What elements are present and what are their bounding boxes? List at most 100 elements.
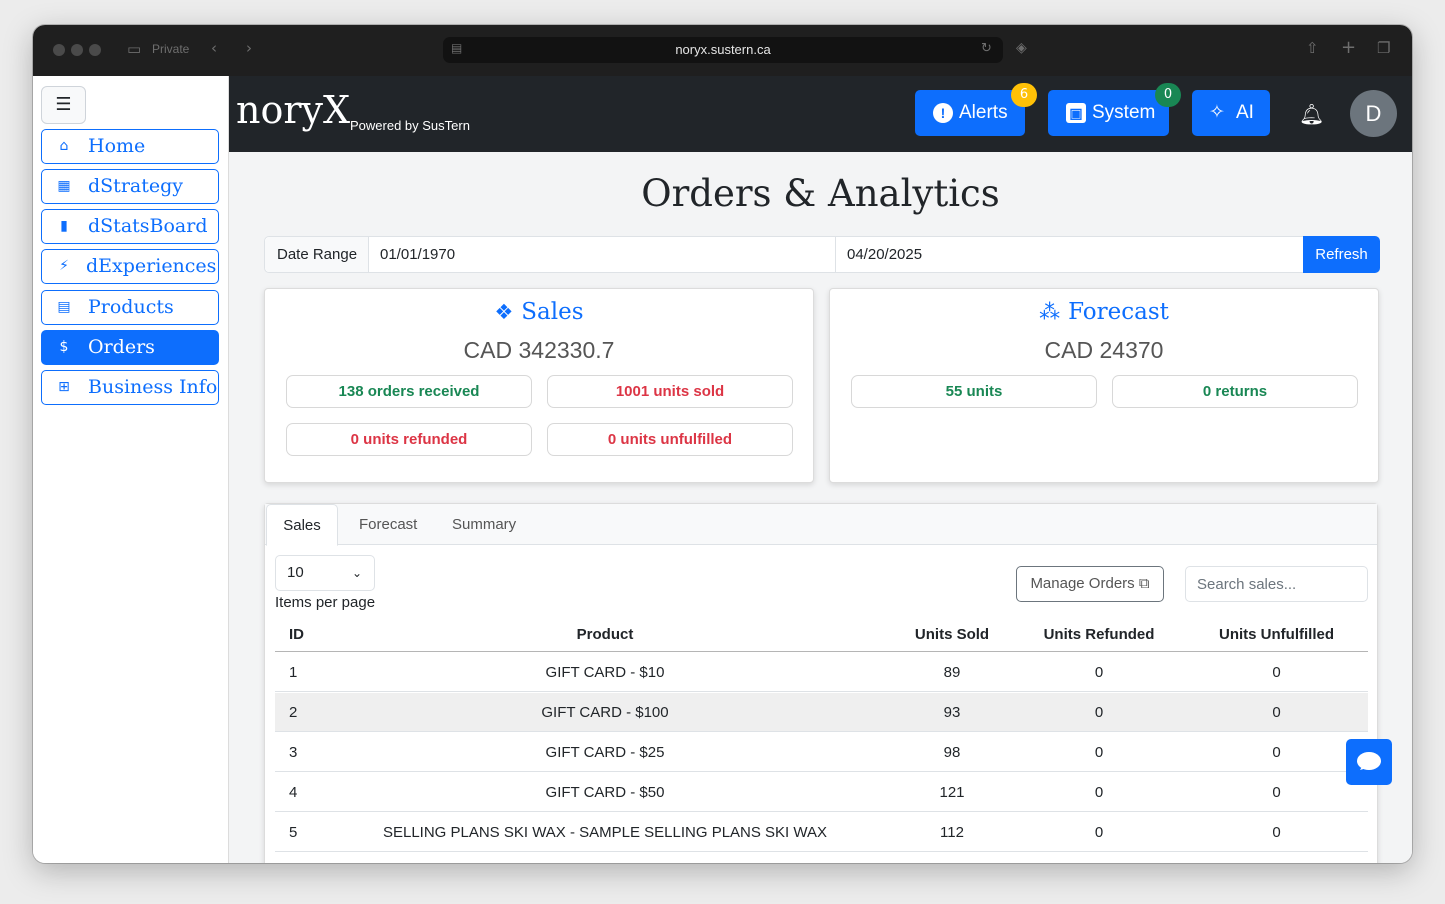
share-icon[interactable]: ⇧	[1306, 39, 1319, 57]
main-content: Orders & Analytics Date Range 01/01/1970…	[229, 152, 1412, 863]
column-header-units-sold[interactable]: Units Sold	[875, 617, 1029, 652]
sidebar-item-dexperiences[interactable]: ⚡ dExperiences	[41, 249, 219, 284]
cell-id: 1	[289, 664, 298, 681]
alerts-button[interactable]: ! Alerts	[915, 90, 1025, 136]
app-header: noryX Powered by SusTern ! Alerts 6 ▣ Sy…	[229, 76, 1412, 152]
browser-window: ▭ Private ‹ › ▤ noryx.sustern.ca ↻ ◈ ⇧ +…	[33, 25, 1412, 863]
cell-id: 4	[289, 784, 298, 801]
bell-icon[interactable]: 🔔︎	[1299, 102, 1324, 126]
date-to-input[interactable]: 04/20/2025	[836, 237, 1303, 272]
system-button[interactable]: ▣ System	[1048, 90, 1169, 136]
sidebar-item-label: Business Info	[88, 376, 218, 398]
cpu-icon: ▣	[1066, 103, 1086, 123]
system-count-badge: 0	[1155, 83, 1181, 107]
cell-units-sold: 89	[943, 664, 961, 681]
table-row[interactable]: 1 GIFT CARD - $10 89 0 0	[275, 653, 1368, 692]
shield-icon[interactable]: ◈	[1016, 40, 1027, 56]
cell-product: GIFT CARD - $50	[545, 784, 665, 801]
date-from-input[interactable]: 01/01/1970	[369, 237, 836, 272]
sidebar-item-business-info[interactable]: ⊞ Business Info	[41, 370, 219, 405]
table-row[interactable]: 3 GIFT CARD - $25 98 0 0	[275, 733, 1368, 772]
cell-units-unfulfilled: 0	[1272, 704, 1281, 721]
hamburger-menu-button[interactable]: ☰	[41, 86, 86, 124]
tab-forecast[interactable]: Forecast	[359, 504, 417, 545]
cell-units-refunded: 0	[1094, 744, 1104, 761]
system-label: System	[1092, 102, 1156, 123]
manage-orders-button[interactable]: Manage Orders ⧉	[1016, 566, 1164, 602]
maximize-window-button[interactable]	[89, 44, 101, 56]
back-icon[interactable]: ‹	[211, 39, 217, 57]
cell-units-unfulfilled: 0	[1272, 824, 1281, 841]
sales-card-title: ❖ Sales	[265, 299, 813, 325]
private-label: Private	[152, 42, 190, 56]
sales-title-text: Sales	[521, 299, 584, 325]
home-icon: ⌂	[59, 138, 69, 154]
sidebar-item-dstrategy[interactable]: ▦ dStrategy	[41, 169, 219, 204]
ai-button[interactable]: ✧ AI	[1192, 90, 1270, 136]
chat-bubble-icon	[1357, 752, 1381, 770]
cell-units-sold: 98	[943, 744, 961, 761]
address-bar[interactable]: ▤ noryx.sustern.ca ↻	[443, 37, 1003, 63]
page-title: Orders & Analytics	[641, 172, 1000, 215]
date-range-group: Date Range 01/01/1970 04/20/2025 Refresh	[264, 236, 1380, 273]
orders-received-stat: 138 orders received	[286, 375, 532, 408]
bar-chart-icon: ▮	[60, 218, 68, 234]
reload-icon[interactable]: ↻	[981, 41, 992, 56]
table-row[interactable]: 2 GIFT CARD - $100 93 0 0	[275, 693, 1368, 732]
search-input[interactable]	[1185, 566, 1368, 602]
sidebar-item-label: dExperiences	[86, 255, 217, 277]
magic-wand-icon: ✧	[1209, 102, 1225, 123]
units-refunded-stat: 0 units refunded	[286, 423, 532, 456]
page-size-select[interactable]: 10 ⌄	[275, 555, 375, 591]
sidebar-item-dstatsboard[interactable]: ▮ dStatsBoard	[41, 209, 219, 244]
cell-units-sold: 121	[939, 784, 965, 801]
tab-summary[interactable]: Summary	[452, 504, 516, 545]
alert-exclamation-icon: !	[933, 103, 953, 123]
table-icon: ⊞	[58, 379, 70, 395]
sales-card: ❖ Sales CAD 342330.7 138 orders received …	[264, 288, 814, 483]
sidebar-item-label: dStrategy	[88, 175, 183, 197]
refresh-button[interactable]: Refresh	[1303, 236, 1380, 273]
sidebar-toggle-icon[interactable]: ▭	[127, 40, 141, 58]
sidebar-item-products[interactable]: ▤ Products	[41, 290, 219, 325]
new-tab-icon[interactable]: +	[1341, 37, 1356, 58]
cell-product: GIFT CARD - $25	[545, 744, 665, 761]
cell-id: 2	[289, 704, 298, 721]
ai-label: AI	[1236, 102, 1254, 123]
tab-sales[interactable]: Sales	[266, 504, 338, 546]
column-header-id[interactable]: ID	[289, 617, 304, 652]
sidebar-item-label: dStatsBoard	[88, 215, 208, 237]
column-header-units-unfulfilled[interactable]: Units Unfulfilled	[1169, 617, 1384, 652]
cell-units-refunded: 0	[1094, 664, 1104, 681]
date-range-label: Date Range	[265, 237, 369, 272]
forecast-amount: CAD 24370	[1044, 337, 1164, 363]
avatar[interactable]: D	[1350, 90, 1397, 137]
logo[interactable]: noryX	[236, 88, 350, 132]
minimize-window-button[interactable]	[71, 44, 83, 56]
column-header-product[interactable]: Product	[335, 617, 875, 652]
cell-product: GIFT CARD - $10	[545, 664, 665, 681]
forward-icon[interactable]: ›	[246, 39, 252, 57]
lightning-icon: ⚡	[59, 258, 69, 274]
cell-id: 5	[289, 824, 298, 841]
alerts-label: Alerts	[959, 102, 1008, 123]
sidebar-item-home[interactable]: ⌂ Home	[41, 129, 219, 164]
tab-overview-icon[interactable]: ❐	[1377, 39, 1390, 57]
units-unfulfilled-stat: 0 units unfulfilled	[547, 423, 793, 456]
sidebar-item-orders[interactable]: $ Orders	[41, 330, 219, 365]
table-row[interactable]: 5 SELLING PLANS SKI WAX - SAMPLE SELLING…	[275, 813, 1368, 852]
table-row[interactable]: 4 GIFT CARD - $50 121 0 0	[275, 773, 1368, 812]
url-text: noryx.sustern.ca	[675, 42, 771, 57]
page-size-value: 10	[287, 564, 304, 581]
sidebar-item-label: Products	[88, 296, 174, 318]
forecast-title-text: Forecast	[1068, 299, 1169, 325]
forecast-card: ⁂ Forecast CAD 24370 55 units 0 returns	[829, 288, 1379, 483]
forecast-card-title: ⁂ Forecast	[830, 299, 1378, 325]
chat-button[interactable]	[1346, 739, 1392, 785]
cell-units-refunded: 0	[1094, 704, 1104, 721]
grid-icon: ▦	[57, 178, 71, 194]
close-window-button[interactable]	[53, 44, 65, 56]
external-link-icon: ⧉	[1138, 575, 1150, 592]
sidebar-item-label: Orders	[88, 336, 155, 358]
column-header-units-refunded[interactable]: Units Refunded	[1029, 617, 1169, 652]
